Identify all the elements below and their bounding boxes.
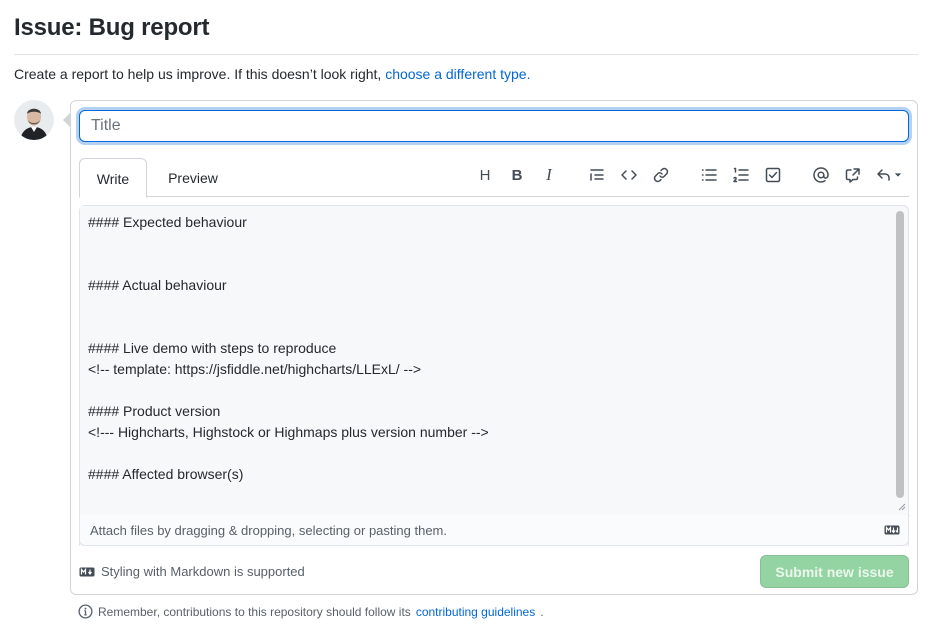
markdown-icon bbox=[79, 567, 95, 576]
contributing-guidelines-link[interactable]: contributing guidelines bbox=[416, 605, 535, 619]
choose-type-link[interactable]: choose a different type. bbox=[385, 66, 530, 82]
markdown-support-text: Styling with Markdown is supported bbox=[101, 564, 305, 579]
page-title: Issue: Bug report bbox=[14, 14, 210, 41]
tab-write[interactable]: Write bbox=[79, 158, 147, 198]
submit-new-issue-button[interactable]: Submit new issue bbox=[760, 555, 909, 588]
info-icon bbox=[78, 604, 93, 619]
markdown-support-note: Styling with Markdown is supported bbox=[79, 564, 305, 579]
code-icon[interactable] bbox=[617, 163, 641, 187]
issue-body-textarea[interactable]: #### Expected behaviour #### Actual beha… bbox=[80, 206, 892, 514]
new-issue-form: Write Preview H B I #### Expected behavi… bbox=[70, 100, 918, 595]
cross-reference-icon[interactable] bbox=[841, 163, 865, 187]
resize-grip-icon[interactable] bbox=[896, 501, 906, 511]
avatar[interactable] bbox=[14, 100, 54, 140]
chevron-down-icon bbox=[894, 173, 902, 177]
contribution-notice-suffix: . bbox=[540, 604, 544, 619]
bold-icon[interactable]: B bbox=[505, 163, 529, 187]
quote-icon[interactable] bbox=[585, 163, 609, 187]
issue-body-editor[interactable]: #### Expected behaviour #### Actual beha… bbox=[79, 205, 910, 546]
markdown-icon bbox=[884, 525, 900, 535]
issue-title-input[interactable] bbox=[79, 110, 909, 142]
ordered-list-icon[interactable] bbox=[729, 163, 753, 187]
unordered-list-icon[interactable] bbox=[697, 163, 721, 187]
intro-text: Create a report to help us improve. If t… bbox=[14, 66, 530, 82]
scrollbar-thumb[interactable] bbox=[896, 211, 904, 498]
reply-icon[interactable] bbox=[873, 163, 905, 187]
attach-files-bar[interactable]: Attach files by dragging & dropping, sel… bbox=[79, 515, 909, 546]
editor-scrollbar[interactable] bbox=[893, 208, 907, 510]
intro-message: Create a report to help us improve. If t… bbox=[14, 66, 386, 82]
heading-icon[interactable]: H bbox=[473, 163, 497, 187]
task-list-icon[interactable] bbox=[761, 163, 785, 187]
user-avatar-image bbox=[14, 100, 54, 140]
contribution-notice: Remember, contributions to this reposito… bbox=[78, 604, 544, 619]
link-icon[interactable] bbox=[649, 163, 673, 187]
tab-preview[interactable]: Preview bbox=[155, 158, 231, 198]
attach-files-text: Attach files by dragging & dropping, sel… bbox=[90, 523, 447, 538]
title-divider bbox=[14, 54, 918, 55]
contribution-notice-text: Remember, contributions to this reposito… bbox=[98, 604, 411, 619]
italic-icon[interactable]: I bbox=[537, 163, 561, 187]
mention-icon[interactable] bbox=[809, 163, 833, 187]
